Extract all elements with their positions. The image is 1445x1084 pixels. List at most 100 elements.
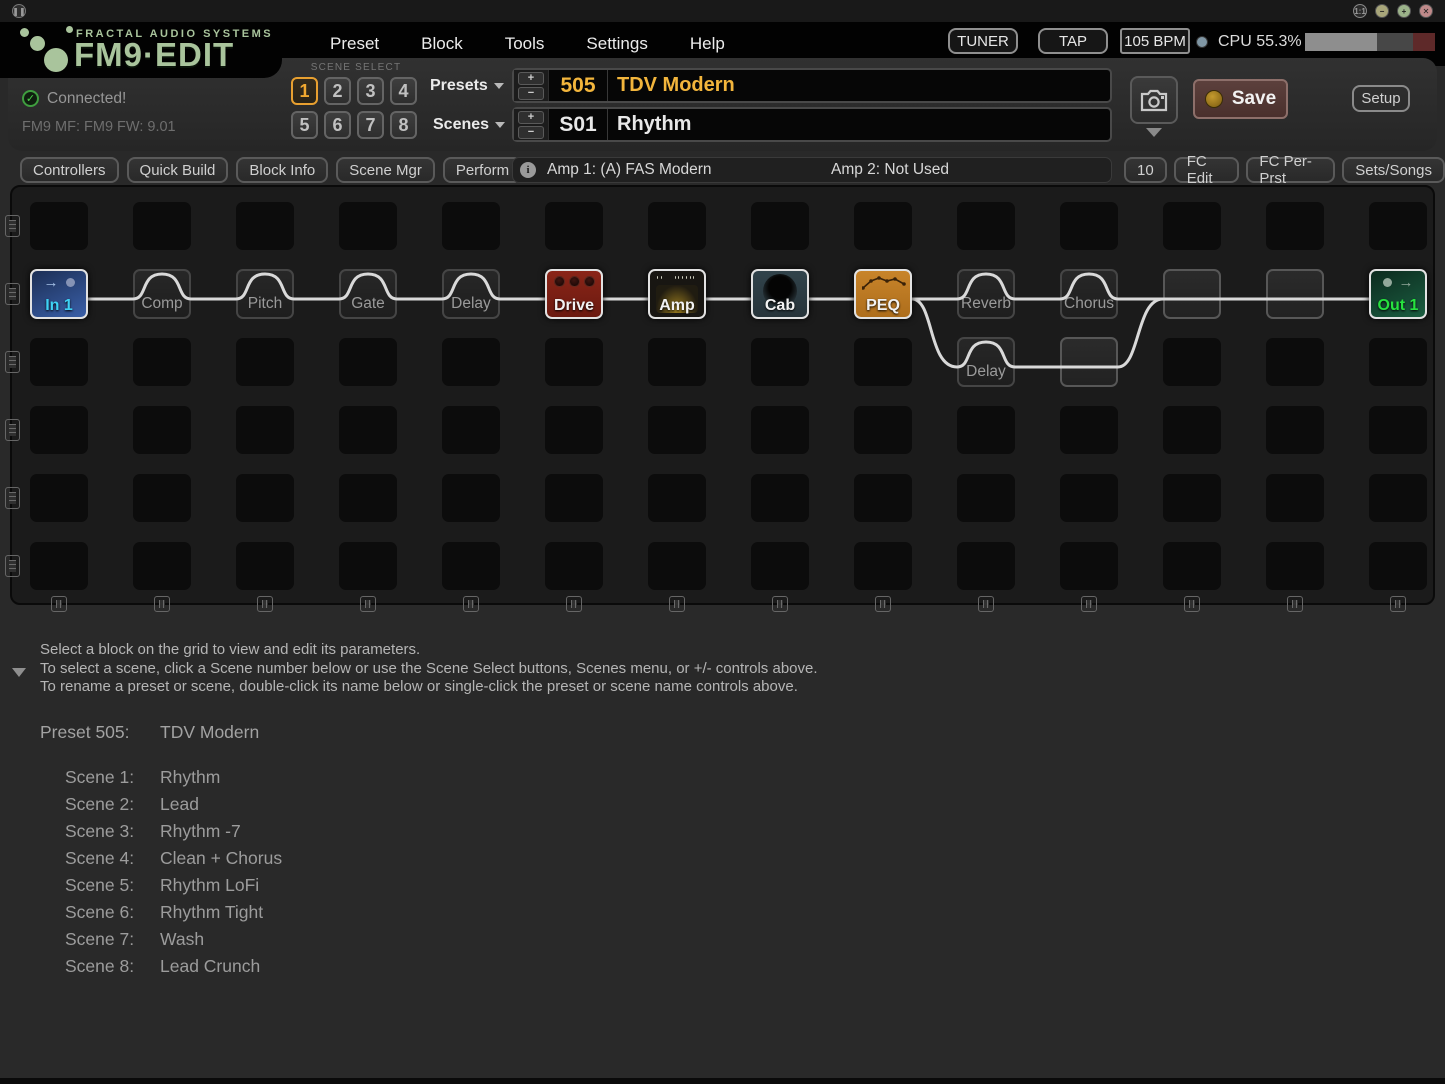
grid-cell[interactable] xyxy=(1060,406,1118,454)
grid-cell[interactable] xyxy=(648,474,706,522)
grid-cell[interactable] xyxy=(236,202,294,250)
collapse-panel-icon[interactable] xyxy=(12,668,26,677)
grid-cell[interactable] xyxy=(957,474,1015,522)
block-reverb[interactable]: Reverb xyxy=(957,269,1015,319)
grid-cell[interactable] xyxy=(854,542,912,590)
actual-size-icon[interactable]: 1:1 xyxy=(1353,4,1367,18)
column-handle[interactable] xyxy=(257,596,273,612)
grid-cell[interactable] xyxy=(442,338,500,386)
scene-increment-button[interactable]: + xyxy=(518,111,544,124)
grid-cell[interactable] xyxy=(339,474,397,522)
grid-cell[interactable] xyxy=(133,406,191,454)
grid-cell[interactable] xyxy=(30,338,88,386)
grid-cell[interactable] xyxy=(545,406,603,454)
grid-cell[interactable] xyxy=(854,406,912,454)
column-handle[interactable] xyxy=(1390,596,1406,612)
preset-number[interactable]: 505 xyxy=(549,70,607,101)
shunt-cell[interactable] xyxy=(1266,269,1324,319)
scene-select-button-3[interactable]: 3 xyxy=(357,77,384,105)
column-handle[interactable] xyxy=(669,596,685,612)
shunt-cell[interactable] xyxy=(1060,337,1118,387)
grid-cell[interactable] xyxy=(751,542,809,590)
preset-decrement-button[interactable]: − xyxy=(518,87,544,100)
grid-cell[interactable] xyxy=(1369,406,1427,454)
scene-select-button-7[interactable]: 7 xyxy=(357,111,384,139)
row-handle[interactable] xyxy=(5,419,20,441)
presets-menu[interactable]: Presets xyxy=(430,77,504,95)
grid-cell[interactable] xyxy=(1266,474,1324,522)
snapshot-button[interactable] xyxy=(1130,76,1178,124)
scene-select-button-8[interactable]: 8 xyxy=(390,111,417,139)
grid-cell[interactable] xyxy=(545,202,603,250)
column-handle[interactable] xyxy=(360,596,376,612)
grid-cell[interactable] xyxy=(236,542,294,590)
block-peq[interactable]: PEQ xyxy=(854,269,912,319)
menu-preset[interactable]: Preset xyxy=(330,34,379,54)
grid-cell[interactable] xyxy=(236,338,294,386)
grid-cell[interactable] xyxy=(545,474,603,522)
maximize-icon[interactable]: + xyxy=(1397,4,1411,18)
grid-cell[interactable] xyxy=(30,202,88,250)
tap-button[interactable]: TAP xyxy=(1038,28,1108,54)
grid-cell[interactable] xyxy=(957,202,1015,250)
grid-cell[interactable] xyxy=(648,202,706,250)
save-button[interactable]: Save xyxy=(1193,79,1288,119)
grid-cell[interactable] xyxy=(957,406,1015,454)
column-handle[interactable] xyxy=(1184,596,1200,612)
grid-cell[interactable] xyxy=(1266,406,1324,454)
scene-number[interactable]: S01 xyxy=(549,109,607,140)
block-delay[interactable]: Delay xyxy=(957,337,1015,387)
grid-cell[interactable] xyxy=(854,202,912,250)
scene-info-name[interactable]: Rhythm LoFi xyxy=(160,872,259,899)
tuner-button[interactable]: TUNER xyxy=(948,28,1018,54)
scene-mgr-button[interactable]: Scene Mgr xyxy=(336,157,435,183)
grid-cell[interactable] xyxy=(1163,202,1221,250)
block-cab[interactable]: Cab xyxy=(751,269,809,319)
grid-cell[interactable] xyxy=(648,338,706,386)
grid-cell[interactable] xyxy=(648,406,706,454)
preset-info-name[interactable]: TDV Modern xyxy=(160,722,259,743)
row-handle[interactable] xyxy=(5,555,20,577)
grid-cell[interactable] xyxy=(545,542,603,590)
scene-info-name[interactable]: Rhythm xyxy=(160,764,220,791)
shunt-cell[interactable] xyxy=(1163,269,1221,319)
block-info-button[interactable]: Block Info xyxy=(236,157,328,183)
column-handle[interactable] xyxy=(463,596,479,612)
grid-cell[interactable] xyxy=(1163,406,1221,454)
scene-info-name[interactable]: Wash xyxy=(160,926,204,953)
grid-cell[interactable] xyxy=(1163,542,1221,590)
block-out-1[interactable]: →Out 1 xyxy=(1369,269,1427,319)
amp-info-bar[interactable]: i Amp 1: (A) FAS Modern Amp 2: Not Used xyxy=(512,157,1112,183)
grid-cell[interactable] xyxy=(30,542,88,590)
10-button[interactable]: 10 xyxy=(1124,157,1167,183)
scene-info-name[interactable]: Rhythm -7 xyxy=(160,818,241,845)
scene-select-button-1[interactable]: 1 xyxy=(291,77,318,105)
grid-cell[interactable] xyxy=(30,406,88,454)
grid-cell[interactable] xyxy=(339,406,397,454)
grid-cell[interactable] xyxy=(1266,202,1324,250)
column-handle[interactable] xyxy=(875,596,891,612)
block-delay[interactable]: Delay xyxy=(442,269,500,319)
column-handle[interactable] xyxy=(1081,596,1097,612)
grid-cell[interactable] xyxy=(133,202,191,250)
column-handle[interactable] xyxy=(51,596,67,612)
scenes-menu[interactable]: Scenes xyxy=(433,116,505,134)
grid-cell[interactable] xyxy=(133,338,191,386)
grid-cell[interactable] xyxy=(30,474,88,522)
grid-cell[interactable] xyxy=(442,542,500,590)
column-handle[interactable] xyxy=(566,596,582,612)
preset-name[interactable]: TDV Modern xyxy=(608,70,1110,101)
scene-select-button-4[interactable]: 4 xyxy=(390,77,417,105)
grid-cell[interactable] xyxy=(1266,338,1324,386)
fc-edit-button[interactable]: FC Edit xyxy=(1174,157,1240,183)
fc-per-prst-button[interactable]: FC Per-Prst xyxy=(1246,157,1335,183)
block-comp[interactable]: Comp xyxy=(133,269,191,319)
controllers-button[interactable]: Controllers xyxy=(20,157,119,183)
grid-cell[interactable] xyxy=(854,474,912,522)
minimize-icon[interactable]: − xyxy=(1375,4,1389,18)
grid-cell[interactable] xyxy=(442,474,500,522)
grid-cell[interactable] xyxy=(442,406,500,454)
row-handle[interactable] xyxy=(5,351,20,373)
column-handle[interactable] xyxy=(978,596,994,612)
menu-block[interactable]: Block xyxy=(421,34,463,54)
